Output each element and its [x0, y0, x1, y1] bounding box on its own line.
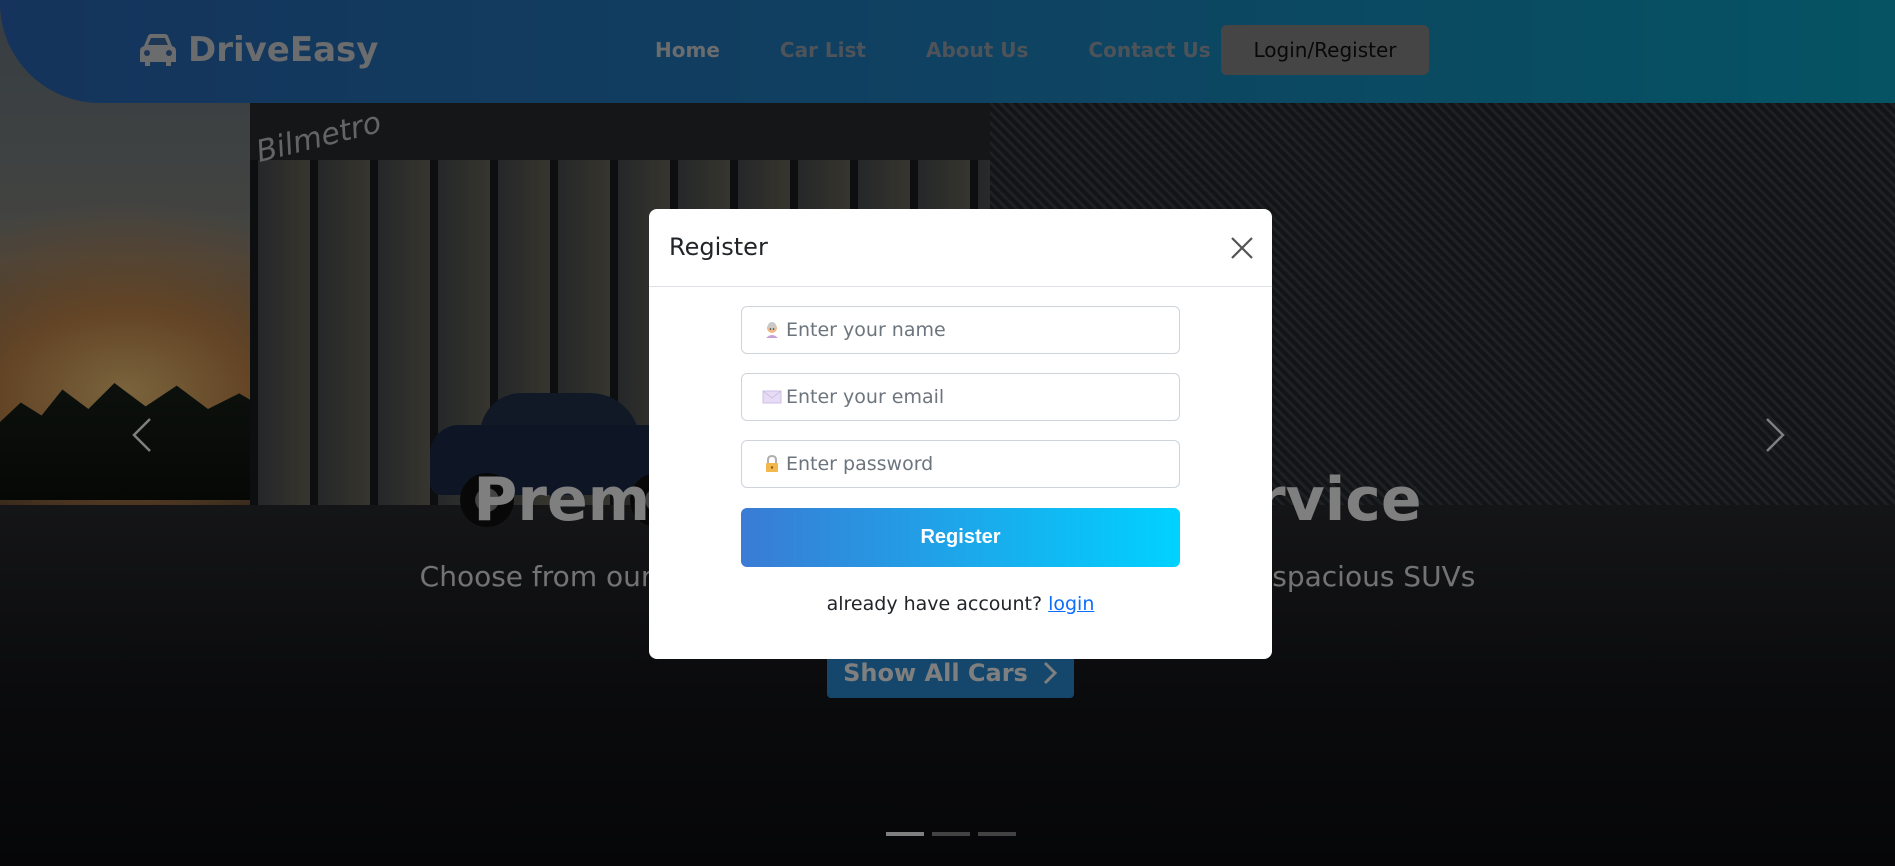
- lock-icon: [762, 454, 782, 474]
- email-field[interactable]: [741, 373, 1180, 421]
- name-field[interactable]: [741, 306, 1180, 354]
- name-input[interactable]: [786, 319, 1166, 341]
- modal-title: Register: [669, 233, 768, 261]
- password-field[interactable]: [741, 440, 1180, 488]
- account-prompt-text: already have account?: [826, 593, 1043, 615]
- login-prompt: already have account? login: [649, 593, 1272, 615]
- register-modal: Register Enter your name Enter your emai…: [649, 209, 1272, 659]
- email-input[interactable]: [786, 386, 1166, 408]
- person-icon: [762, 320, 782, 340]
- modal-header: Register: [649, 209, 1272, 287]
- envelope-icon: [762, 387, 782, 407]
- login-link[interactable]: login: [1048, 593, 1094, 615]
- register-submit-button[interactable]: Register: [741, 508, 1180, 567]
- password-input[interactable]: [786, 453, 1166, 475]
- close-icon[interactable]: [1229, 235, 1255, 261]
